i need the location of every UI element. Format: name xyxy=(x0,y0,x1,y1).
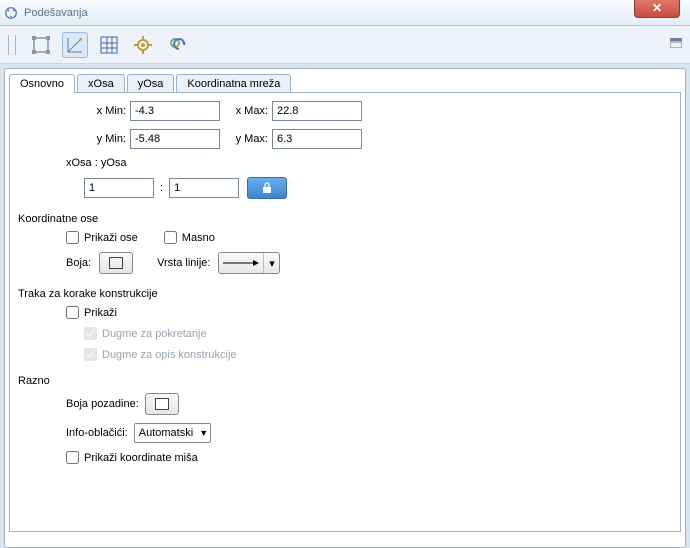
show-construction-checkbox[interactable]: Prikaži xyxy=(66,306,117,319)
xmin-label: x Min: xyxy=(66,105,126,117)
gear-icon xyxy=(133,35,153,55)
toolbar-grid-button[interactable] xyxy=(96,32,122,58)
toolbar-axes-button[interactable] xyxy=(62,32,88,58)
toolbar-bounds-button[interactable] xyxy=(28,32,54,58)
xmax-label: x Max: xyxy=(220,105,268,117)
construction-desc-checkbox: Dugme za opis konstrukcije xyxy=(84,348,237,361)
bgcolor-swatch xyxy=(155,398,169,410)
tab-xaxis[interactable]: xOsa xyxy=(77,74,125,93)
axes-icon xyxy=(65,35,85,55)
axes-section-title: Koordinatne ose xyxy=(18,213,672,225)
linetype-preview xyxy=(219,253,263,273)
tooltips-dropdown[interactable]: Automatski ▼ xyxy=(134,423,211,443)
ymin-input[interactable] xyxy=(130,129,220,149)
close-button[interactable]: ✕ xyxy=(634,0,680,18)
chevron-down-icon: ▾ xyxy=(263,253,279,273)
axes-color-swatch xyxy=(109,257,123,269)
dock-button[interactable] xyxy=(670,38,682,51)
toolbar-grip xyxy=(8,35,16,55)
linetype-dropdown[interactable]: ▾ xyxy=(218,252,280,274)
axes-color-label: Boja: xyxy=(66,257,91,269)
construction-play-checkbox: Dugme za pokretanje xyxy=(84,327,207,340)
dock-icon xyxy=(670,38,682,48)
misc-section-title: Razno xyxy=(18,375,672,387)
mouse-coords-checkbox[interactable]: Prikaži koordinate miša xyxy=(66,451,198,464)
ratio-lock-button[interactable] xyxy=(247,177,287,199)
xmin-input[interactable] xyxy=(130,101,220,121)
bold-axes-checkbox[interactable]: Masno xyxy=(164,231,215,244)
ratio-x-input[interactable] xyxy=(84,178,154,198)
ymax-input[interactable] xyxy=(272,129,362,149)
toolbar-gear-button[interactable] xyxy=(130,32,156,58)
tab-body-basic: x Min: x Max: y Min: y Max: xOsa : yOsa … xyxy=(9,92,681,532)
settings-panel: Osnovno xOsa yOsa Koordinatna mreža x Mi… xyxy=(4,68,686,548)
lock-icon xyxy=(261,182,273,194)
ratio-sep: : xyxy=(160,182,163,194)
tab-basic[interactable]: Osnovno xyxy=(9,74,75,93)
ratio-label: xOsa : yOsa xyxy=(66,157,127,169)
gear-refresh-icon xyxy=(167,35,187,55)
tooltips-value: Automatski xyxy=(139,427,193,439)
tab-yaxis[interactable]: yOsa xyxy=(127,74,175,93)
ratio-y-input[interactable] xyxy=(169,178,239,198)
tab-grid[interactable]: Koordinatna mreža xyxy=(176,74,291,93)
chevron-down-icon: ▼ xyxy=(199,428,208,438)
window-titlebar: Podešavanja ✕ xyxy=(0,0,690,26)
bgcolor-label: Boja pozadine: xyxy=(66,398,139,410)
show-axes-checkbox[interactable]: Prikaži ose xyxy=(66,231,138,244)
xmax-input[interactable] xyxy=(272,101,362,121)
window-title: Podešavanja xyxy=(24,7,88,19)
ymax-label: y Max: xyxy=(220,133,268,145)
bgcolor-button[interactable] xyxy=(145,393,179,415)
tooltips-label: Info-oblačići: xyxy=(66,427,128,439)
app-icon xyxy=(4,6,18,20)
construction-section-title: Traka za korake konstrukcije xyxy=(18,288,672,300)
axes-color-button[interactable] xyxy=(99,252,133,274)
grid-icon xyxy=(99,35,119,55)
toolbar-refresh-button[interactable] xyxy=(164,32,190,58)
bounds-icon xyxy=(31,35,51,55)
tab-bar: Osnovno xOsa yOsa Koordinatna mreža xyxy=(9,73,681,92)
close-icon: ✕ xyxy=(652,1,662,15)
linetype-label: Vrsta linije: xyxy=(157,257,210,269)
ymin-label: y Min: xyxy=(66,133,126,145)
toolbar xyxy=(0,26,690,64)
